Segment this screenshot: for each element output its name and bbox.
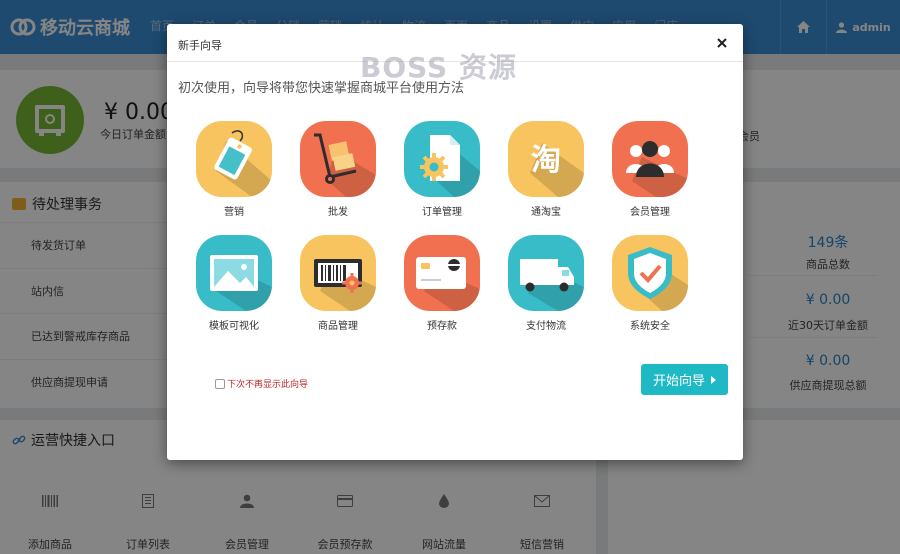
- guide-tile-order-management[interactable]: 订单管理: [392, 121, 492, 221]
- dialog-title: 新手向导: [178, 39, 222, 52]
- skip-guide-option[interactable]: 下次不再显示此向导: [215, 377, 308, 390]
- tile-label: 营销: [224, 207, 244, 218]
- members-icon: [626, 141, 688, 197]
- guide-tile-deposit[interactable]: 预存款: [392, 235, 492, 335]
- tile-icon-bg: [300, 235, 376, 311]
- tile-icon-bg: [612, 121, 688, 197]
- guide-tile-taobao[interactable]: 淘 通淘宝: [496, 121, 596, 221]
- tag-icon: [214, 130, 272, 197]
- tile-icon-bg: [196, 235, 272, 311]
- guide-tile-template-visual[interactable]: 模板可视化: [184, 235, 284, 335]
- barcode-gear-icon: [314, 259, 376, 311]
- tile-icon-bg: [300, 121, 376, 197]
- close-icon[interactable]: [715, 36, 729, 50]
- tile-icon-bg: 淘: [508, 121, 584, 197]
- guide-dialog: 新手向导 初次使用，向导将带您快速掌握商城平台使用方法 营销 批发 订单管理 淘…: [167, 24, 743, 460]
- skip-guide-label[interactable]: 下次不再显示此向导: [227, 377, 308, 390]
- start-guide-button[interactable]: 开始向导: [641, 364, 728, 395]
- guide-tile-marketing[interactable]: 营销: [184, 121, 284, 221]
- tile-icon-bg: [196, 121, 272, 197]
- taobao-glyph: 淘: [531, 143, 561, 178]
- tile-label: 批发: [328, 207, 348, 218]
- document-gear-icon: [420, 135, 480, 197]
- tile-label: 支付物流: [526, 321, 566, 332]
- tile-label: 通淘宝: [531, 207, 561, 218]
- watermark: BOSS 资源: [360, 51, 517, 84]
- guide-tile-payment-logistics[interactable]: 支付物流: [496, 235, 596, 335]
- guide-tile-system-security[interactable]: 系统安全: [600, 235, 700, 335]
- tile-icon-bg: [404, 235, 480, 311]
- skip-guide-checkbox[interactable]: [215, 378, 225, 389]
- tile-label: 商品管理: [318, 321, 358, 332]
- guide-tile-product-management[interactable]: 商品管理: [288, 235, 388, 335]
- tile-label: 会员管理: [630, 207, 670, 218]
- taobao-icon: 淘: [530, 143, 584, 197]
- tile-label: 预存款: [427, 321, 457, 332]
- tile-label: 系统安全: [630, 321, 670, 332]
- tile-icon-bg: [612, 235, 688, 311]
- tile-icon-bg: [404, 121, 480, 197]
- guide-tile-wholesale[interactable]: 批发: [288, 121, 388, 221]
- shield-check-icon: [628, 247, 688, 311]
- tile-icon-bg: [508, 235, 584, 311]
- picture-icon: [210, 255, 272, 311]
- guide-tile-member-management[interactable]: 会员管理: [600, 121, 700, 221]
- truck-icon: [520, 259, 584, 311]
- handcart-icon: [314, 133, 376, 197]
- credit-card-icon: [416, 257, 480, 311]
- tile-label: 模板可视化: [209, 321, 259, 332]
- caret-right-icon: [711, 375, 716, 384]
- tile-label: 订单管理: [422, 207, 462, 218]
